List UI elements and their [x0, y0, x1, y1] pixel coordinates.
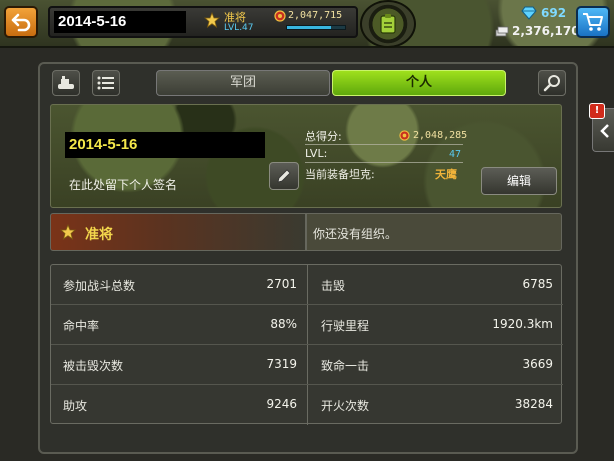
stat-value: 6785 — [522, 277, 553, 291]
stat-value: 88% — [270, 317, 297, 331]
list-icon — [97, 76, 114, 90]
medal-icon — [399, 130, 410, 141]
stat-label: 开火次数 — [321, 399, 370, 413]
score-value: 2,047,715 — [288, 10, 343, 21]
diamond-icon — [521, 6, 537, 20]
level-label: LVL: — [305, 147, 328, 160]
score-progress-fill — [287, 26, 331, 29]
cart-icon — [583, 13, 603, 31]
stat-value: 7319 — [266, 357, 297, 371]
rank-level: LVL.47 — [224, 23, 254, 33]
star-icon — [204, 12, 220, 28]
signature-text: 在此处留下个人签名 — [69, 178, 178, 192]
table-row: 参加战斗总数 2701 击毁 6785 — [51, 265, 563, 305]
divider — [305, 162, 463, 163]
tank-label: 当前装备坦克: — [305, 168, 375, 181]
edit-button[interactable]: 编辑 — [481, 167, 557, 195]
stat-label: 助攻 — [63, 399, 88, 413]
score-progress-bar — [286, 25, 346, 30]
shop-button[interactable] — [576, 6, 610, 38]
stat-label: 参加战斗总数 — [63, 279, 136, 293]
star-icon — [60, 224, 76, 240]
level-value: 47 — [449, 149, 462, 160]
profile-panel: 军团 个人 2014-5-16 在此处留下个人签名 总得分: 2,048,285… — [38, 62, 578, 454]
stat-label: 命中率 — [63, 319, 100, 333]
stat-value: 2701 — [266, 277, 297, 291]
stat-value: 9246 — [266, 397, 297, 411]
stat-label: 被击毁次数 — [63, 359, 124, 373]
player-info-box: 2014-5-16 准将 LVL.47 2,047,715 — [48, 6, 358, 38]
stat-value: 38284 — [514, 397, 553, 411]
table-row: 被击毁次数 7319 致命一击 3669 — [51, 345, 563, 385]
profile-card: 2014-5-16 在此处留下个人签名 总得分: 2,048,285 LVL: … — [50, 104, 562, 208]
total-score-label: 总得分: — [305, 130, 342, 143]
organization-text: 你还没有组织。 — [313, 227, 398, 241]
edit-signature-button[interactable] — [269, 162, 299, 190]
medal-icon — [274, 10, 286, 22]
pencil-icon — [277, 169, 291, 183]
divider — [305, 144, 463, 145]
diamond-count: 692 — [541, 6, 567, 20]
player-name: 2014-5-16 — [54, 11, 186, 33]
rank-cell: 准将 — [50, 213, 306, 251]
stat-label: 致命一击 — [321, 359, 370, 373]
coin-icon — [495, 26, 509, 37]
total-score-value: 2,048,285 — [413, 130, 468, 141]
stat-label: 击毁 — [321, 279, 346, 293]
stat-value: 3669 — [522, 357, 553, 371]
tank-value: 天鹰 — [435, 168, 457, 181]
stat-label: 行驶里程 — [321, 319, 370, 333]
back-button[interactable] — [4, 6, 38, 38]
top-bar: 2014-5-16 准将 LVL.47 2,047,715 692 2,376,… — [0, 0, 614, 48]
stats-table: 参加战斗总数 2701 击毁 6785 命中率 88% 行驶里程 1920.3k… — [50, 264, 563, 425]
table-row: 助攻 9246 开火次数 38284 — [51, 385, 563, 425]
search-button[interactable] — [538, 70, 566, 96]
mission-icon — [380, 14, 396, 34]
list-button[interactable] — [92, 70, 120, 96]
coin-count: 2,376,170 — [512, 24, 580, 38]
tab-personal[interactable]: 个人 — [332, 70, 506, 96]
rank-name: 准将 — [85, 227, 113, 243]
profile-name: 2014-5-16 — [65, 132, 265, 158]
notification-badge: ! — [589, 103, 605, 119]
mission-button[interactable] — [360, 0, 416, 48]
organization-cell[interactable]: 你还没有组织。 — [306, 213, 562, 251]
tank-icon — [58, 76, 74, 89]
back-arrow-icon — [11, 13, 31, 32]
tank-button[interactable] — [52, 70, 80, 96]
stat-value: 1920.3km — [492, 317, 553, 331]
search-icon — [543, 75, 560, 92]
table-row: 命中率 88% 行驶里程 1920.3km — [51, 305, 563, 345]
tab-legion[interactable]: 军团 — [156, 70, 330, 96]
